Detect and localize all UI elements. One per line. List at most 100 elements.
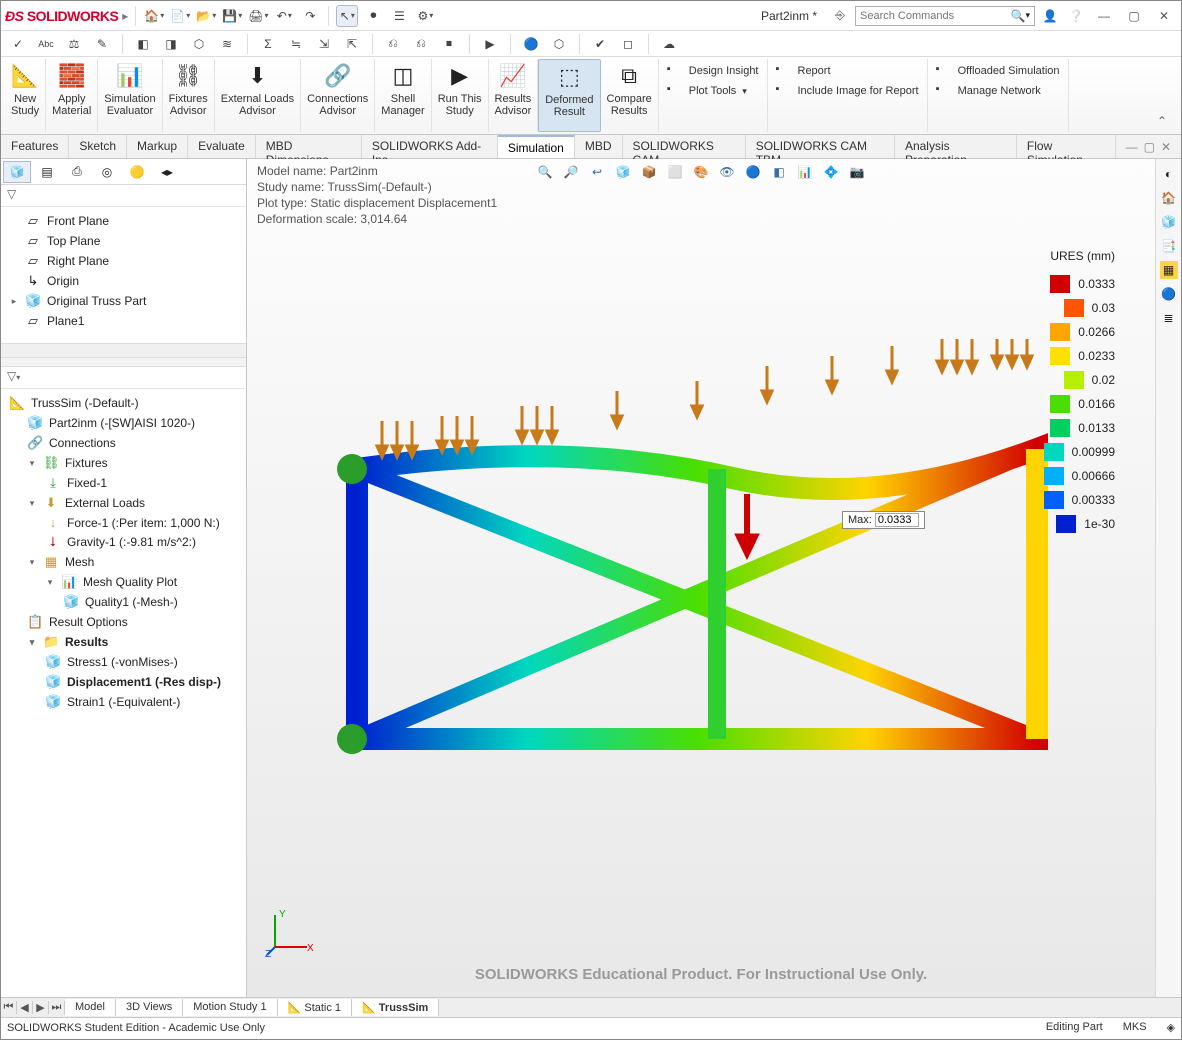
fm-conf-icon[interactable]: ⎙	[63, 161, 91, 183]
study-mesh[interactable]: ▾▦Mesh	[27, 552, 244, 572]
ribbon-side-item[interactable]: ▪Report	[776, 63, 919, 79]
undo-icon[interactable]: ↶	[273, 5, 295, 27]
tp-1[interactable]: ◐	[1160, 165, 1178, 183]
qt-19[interactable]: ✔	[589, 33, 611, 55]
ribbon-apply-material[interactable]: 🧱ApplyMaterial	[46, 59, 98, 132]
tab-mbd-dimensions[interactable]: MBD Dimensions	[256, 135, 362, 158]
qt-2[interactable]: Abc	[35, 33, 57, 55]
feature-tree-scroll[interactable]	[1, 343, 246, 357]
zoom-area-icon[interactable]: 🔎	[562, 163, 580, 181]
tab-flow-simulation[interactable]: Flow Simulation	[1017, 135, 1116, 158]
study-part[interactable]: 🧊Part2inm (-[SW]AISI 1020-)	[27, 413, 244, 433]
tab-solidworks-add-ins[interactable]: SOLIDWORKS Add-Ins	[362, 135, 498, 158]
edit-scene-icon[interactable]: ◧	[770, 163, 788, 181]
fm-more-icon[interactable]: ◂▸	[153, 161, 181, 183]
tp-5[interactable]: ▦	[1160, 261, 1178, 279]
search-glyph-icon[interactable]: ⎆	[829, 5, 851, 27]
bottom-tab-3d-views[interactable]: 3D Views	[116, 999, 183, 1016]
qt-11[interactable]: ⇲	[313, 33, 335, 55]
tp-home-icon[interactable]: 🏠	[1160, 189, 1178, 207]
tab-last-icon[interactable]: ⏭	[49, 1001, 65, 1014]
qt-6[interactable]: ◨	[160, 33, 182, 55]
ribbon-side-item[interactable]: ▪Offloaded Simulation	[936, 63, 1060, 79]
feature-plane1[interactable]: ▱Plane1	[9, 311, 244, 331]
feature-right-plane[interactable]: ▱Right Plane	[9, 251, 244, 271]
feature-filter[interactable]: ▽	[1, 185, 246, 207]
qt-15[interactable]: ⏹	[438, 33, 460, 55]
fixed-1[interactable]: ⤓Fixed-1	[45, 473, 244, 493]
display-style-icon[interactable]: ⬜	[666, 163, 684, 181]
qt-16[interactable]: ▶	[479, 33, 501, 55]
tp-7[interactable]: ≣	[1160, 309, 1178, 327]
feature-original-truss-part[interactable]: ▸🧊Original Truss Part	[9, 291, 244, 311]
qt-8[interactable]: ≋	[216, 33, 238, 55]
study-filter[interactable]: ▽▾	[1, 367, 246, 389]
ribbon-side-item[interactable]: ▪Include Image for Report	[776, 83, 919, 99]
fm-appear-icon[interactable]: 🟡	[123, 161, 151, 183]
fm-disp-icon[interactable]: ◎	[93, 161, 121, 183]
save-icon[interactable]: 💾	[221, 5, 243, 27]
tp-6[interactable]: 🔵	[1160, 285, 1178, 303]
force-1[interactable]: ↓Force-1 (:Per item: 1,000 N:)	[45, 513, 244, 532]
max-value-input[interactable]	[875, 513, 919, 527]
tab-solidworks-cam[interactable]: SOLIDWORKS CAM	[623, 135, 746, 158]
qt-17[interactable]: 🔵	[520, 33, 542, 55]
qt-1[interactable]: ✓	[7, 33, 29, 55]
bottom-tab-motion-study-1[interactable]: Motion Study 1	[183, 999, 277, 1016]
ribbon-sim-eval[interactable]: 📊SimulationEvaluator	[98, 59, 162, 132]
displacement1[interactable]: 🧊Displacement1 (-Res disp-)	[45, 672, 244, 692]
tab-analysis-preparation[interactable]: Analysis Preparation	[895, 135, 1017, 158]
zoom-fit-icon[interactable]: 🔍	[536, 163, 554, 181]
tab-features[interactable]: Features	[1, 135, 69, 158]
study-fixtures[interactable]: ▾⛓Fixtures	[27, 453, 244, 473]
rec-icon[interactable]: ⏺	[362, 5, 384, 27]
settings-hud-icon[interactable]: 💠	[822, 163, 840, 181]
ribbon-run[interactable]: ▶Run ThisStudy	[432, 59, 489, 132]
qt-21[interactable]: ☁	[658, 33, 680, 55]
ribbon-ext-loads[interactable]: ⬇External LoadsAdvisor	[215, 59, 301, 132]
search-icon[interactable]: 🔍	[1011, 9, 1026, 23]
search-input[interactable]	[860, 10, 1011, 22]
user-icon[interactable]: 👤	[1039, 5, 1061, 27]
ribbon-side-item[interactable]: ▪Plot Tools ▾	[667, 83, 759, 99]
stress1[interactable]: 🧊Stress1 (-vonMises-)	[45, 652, 244, 672]
tab-prev-icon[interactable]: ◀	[17, 1001, 33, 1014]
qt-18[interactable]: ⬡	[548, 33, 570, 55]
help-icon[interactable]: ❔	[1065, 5, 1087, 27]
select-icon[interactable]: ↖	[336, 5, 358, 27]
qt-5[interactable]: ◧	[132, 33, 154, 55]
ribbon-new-study[interactable]: 📐NewStudy	[5, 59, 46, 132]
qt-20[interactable]: ◻	[617, 33, 639, 55]
maximize-icon[interactable]: ▢	[1121, 9, 1147, 23]
graphics-viewport[interactable]: Model name: Part2inm Study name: TrussSi…	[247, 159, 1155, 997]
ribbon-shell-mgr[interactable]: ◫ShellManager	[375, 59, 431, 132]
tab-simulation[interactable]: Simulation	[498, 135, 575, 158]
bottom-tab-trusssim[interactable]: 📐 TrussSim	[352, 999, 439, 1016]
appear-icon[interactable]: 🔵	[744, 163, 762, 181]
study-root[interactable]: 📐TrussSim (-Default-)	[9, 393, 244, 413]
qt-9[interactable]: Σ	[257, 33, 279, 55]
close-icon[interactable]: ✕	[1151, 9, 1177, 23]
ribbon-fixtures[interactable]: ⛓FixturesAdvisor	[163, 59, 215, 132]
doc-close-icon[interactable]: ✕	[1161, 140, 1171, 154]
bottom-tab-static-1[interactable]: 📐 Static 1	[278, 999, 352, 1016]
hide-show-icon[interactable]: 👁	[718, 163, 736, 181]
qt-3[interactable]: ⚖	[63, 33, 85, 55]
feature-top-plane[interactable]: ▱Top Plane	[9, 231, 244, 251]
tp-3[interactable]: 🧊	[1160, 213, 1178, 231]
tab-first-icon[interactable]: ⏮	[1, 1001, 17, 1014]
ribbon-connections[interactable]: 🔗ConnectionsAdvisor	[301, 59, 375, 132]
qt-4[interactable]: ✎	[91, 33, 113, 55]
results-node[interactable]: ▾📁Results	[27, 632, 244, 652]
ribbon-results-adv[interactable]: 📈ResultsAdvisor	[489, 59, 539, 132]
qt-13[interactable]: ⎌	[382, 33, 404, 55]
new-icon[interactable]: 📄	[169, 5, 191, 27]
qt-7[interactable]: ⬡	[188, 33, 210, 55]
status-flag-icon[interactable]: ◈	[1167, 1021, 1175, 1034]
tp-4[interactable]: 📑	[1160, 237, 1178, 255]
tab-mbd[interactable]: MBD	[575, 135, 623, 158]
ribbon-deformed[interactable]: ⬚DeformedResult	[538, 59, 600, 132]
doc-min-icon[interactable]: —	[1126, 140, 1138, 154]
gear-icon[interactable]: ⚙	[414, 5, 436, 27]
redo-icon[interactable]: ↷	[299, 5, 321, 27]
